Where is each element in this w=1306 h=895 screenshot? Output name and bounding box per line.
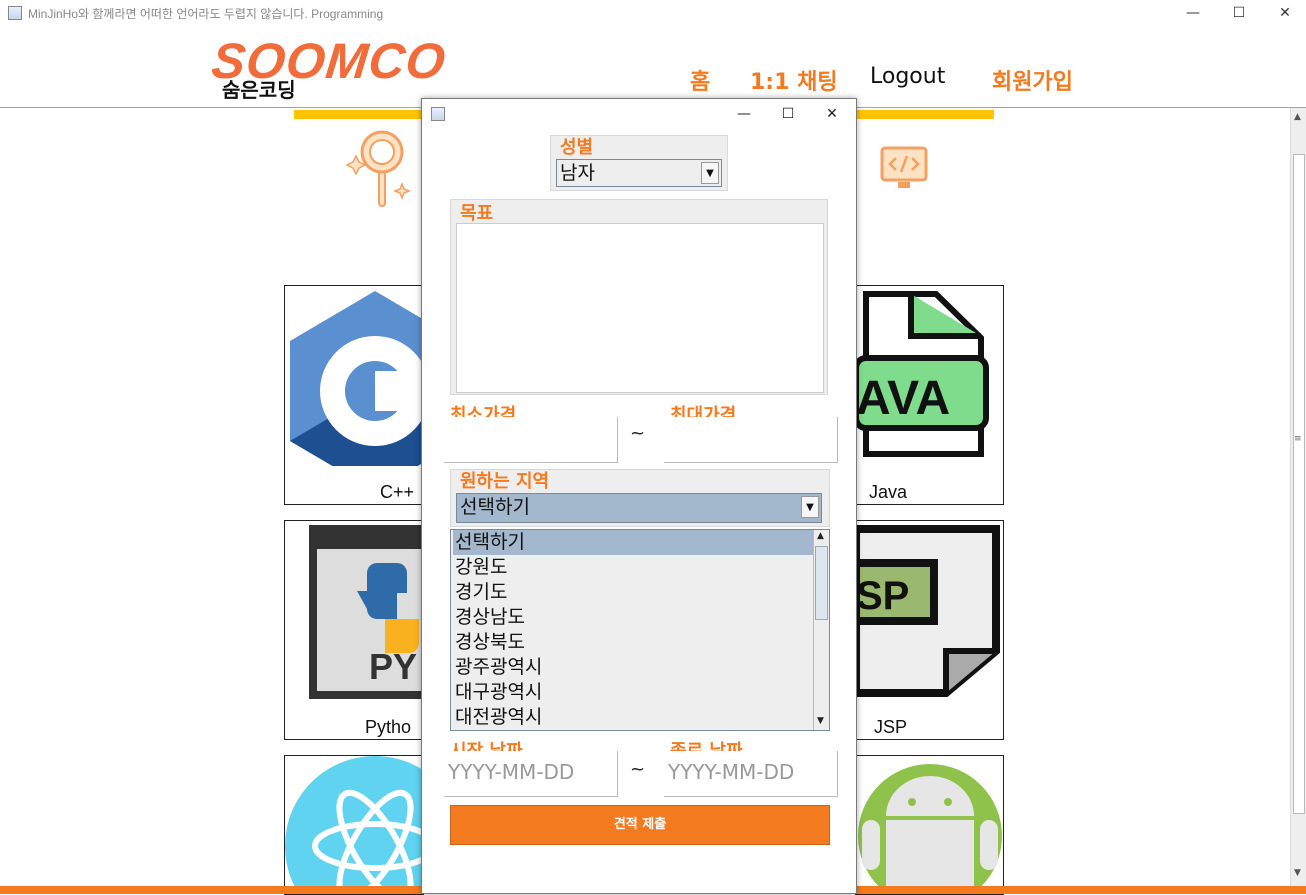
scroll-up-arrow-icon[interactable]: ▲ — [1294, 112, 1301, 122]
price-separator: ~ — [630, 423, 646, 444]
region-option[interactable]: 강원도 — [453, 555, 815, 580]
java-app-icon — [8, 6, 22, 20]
course-card-java[interactable]: AVA Java — [855, 285, 1004, 505]
header — [0, 26, 1306, 108]
goal-textarea[interactable] — [456, 223, 824, 393]
scrollbar-thumb[interactable] — [1293, 154, 1305, 814]
region-combo[interactable]: 선택하기 ▼ — [456, 493, 822, 523]
nav-home[interactable]: 홈 — [690, 64, 710, 96]
goal-label: 목표 — [460, 203, 494, 224]
submit-estimate-button[interactable]: 견적 제출 — [450, 805, 830, 845]
nav-logout[interactable]: Logout — [870, 64, 945, 89]
logo[interactable]: SOOMCO 숨은코딩 — [209, 32, 449, 102]
java-file-icon: AVA — [856, 291, 989, 457]
nav-signup[interactable]: 회원가입 — [992, 64, 1073, 96]
scroll-down-arrow-icon[interactable]: ▼ — [817, 716, 824, 726]
scroll-up-arrow-icon[interactable]: ▲ — [817, 531, 824, 541]
course-card-python[interactable]: PY Pytho — [284, 520, 424, 740]
java-app-icon — [431, 107, 445, 121]
svg-text:AVA: AVA — [856, 372, 950, 425]
course-card-jsp[interactable]: SP JSP — [855, 520, 1004, 740]
atom-logo-icon — [285, 756, 423, 894]
date-separator: ~ — [630, 759, 646, 780]
code-monitor-icon[interactable] — [880, 146, 928, 192]
android-logo-icon — [858, 764, 1002, 894]
svg-text:PY: PY — [369, 646, 417, 687]
scroll-grip-icon: ≡ — [1294, 434, 1302, 444]
region-option[interactable]: 대전광역시 — [453, 705, 815, 730]
window-title: MinJinHo와 함께라면 어떠한 언어라도 두렵지 않습니다. Progra… — [28, 7, 384, 21]
region-option[interactable]: 광주광역시 — [453, 655, 815, 680]
min-price-input[interactable] — [444, 417, 618, 463]
scroll-down-arrow-icon[interactable]: ▼ — [1294, 868, 1301, 878]
gender-combo-value: 남자 — [560, 162, 595, 184]
maximize-button[interactable]: ☐ — [1216, 0, 1262, 26]
estimate-dialog: — ☐ ✕ 성별 남자 ▼ 목표 최소가격 최대가격 ~ 원하는 지역 선택하기… — [421, 98, 857, 894]
dialog-title-bar: — ☐ ✕ — [422, 99, 856, 129]
course-card-react[interactable] — [284, 755, 424, 895]
card-label-jsp: JSP — [874, 717, 908, 737]
python-logo-icon: PY — [309, 525, 423, 699]
region-option[interactable]: 대구광역시 — [453, 680, 815, 705]
logo-subtitle: 숨은코딩 — [222, 78, 296, 102]
gender-label: 성별 — [560, 137, 594, 158]
minimize-button[interactable]: — — [1170, 0, 1216, 26]
region-list-scroll-thumb[interactable] — [815, 546, 828, 620]
max-price-input[interactable] — [664, 417, 838, 463]
card-label-python: Pytho — [365, 717, 412, 737]
course-card-cpp[interactable]: C++ — [284, 285, 424, 505]
region-option[interactable]: 선택하기 — [453, 530, 815, 555]
svg-text:SP: SP — [856, 574, 909, 618]
region-combo-value: 선택하기 — [460, 496, 530, 518]
end-date-input[interactable]: YYYY-MM-DD — [664, 751, 838, 797]
jsp-file-icon: SP — [856, 525, 1000, 697]
region-option[interactable]: 경상북도 — [453, 630, 815, 655]
dialog-maximize-button[interactable]: ☐ — [766, 101, 810, 127]
magnifier-sparkle-icon[interactable] — [346, 128, 414, 212]
nav-chat[interactable]: 1:1 채팅 — [750, 64, 838, 96]
region-label: 원하는 지역 — [460, 471, 550, 492]
dialog-close-button[interactable]: ✕ — [810, 101, 854, 127]
course-card-android[interactable] — [855, 755, 1004, 895]
card-label-java: Java — [869, 482, 908, 502]
page-scrollbar[interactable]: ▲ ≡ ▼ — [1290, 108, 1306, 888]
dialog-minimize-button[interactable]: — — [722, 101, 766, 127]
chevron-down-icon[interactable]: ▼ — [801, 496, 819, 518]
close-button[interactable]: ✕ — [1262, 0, 1306, 26]
region-dropdown-list[interactable]: 선택하기 강원도 경기도 경상남도 경상북도 광주광역시 대구광역시 대전광역시… — [450, 529, 830, 731]
chevron-down-icon[interactable]: ▼ — [701, 162, 719, 184]
gender-combo[interactable]: 남자 ▼ — [556, 159, 722, 187]
window-title-bar: MinJinHo와 함께라면 어떠한 언어라도 두렵지 않습니다. Progra… — [0, 0, 1306, 26]
region-option[interactable]: 경기도 — [453, 580, 815, 605]
start-date-input[interactable]: YYYY-MM-DD — [444, 751, 618, 797]
cpp-logo-icon — [290, 291, 423, 491]
region-option[interactable]: 경상남도 — [453, 605, 815, 630]
card-label-cpp: C++ — [380, 482, 415, 502]
region-list-scrollbar[interactable]: ▲ ▼ — [813, 530, 829, 730]
